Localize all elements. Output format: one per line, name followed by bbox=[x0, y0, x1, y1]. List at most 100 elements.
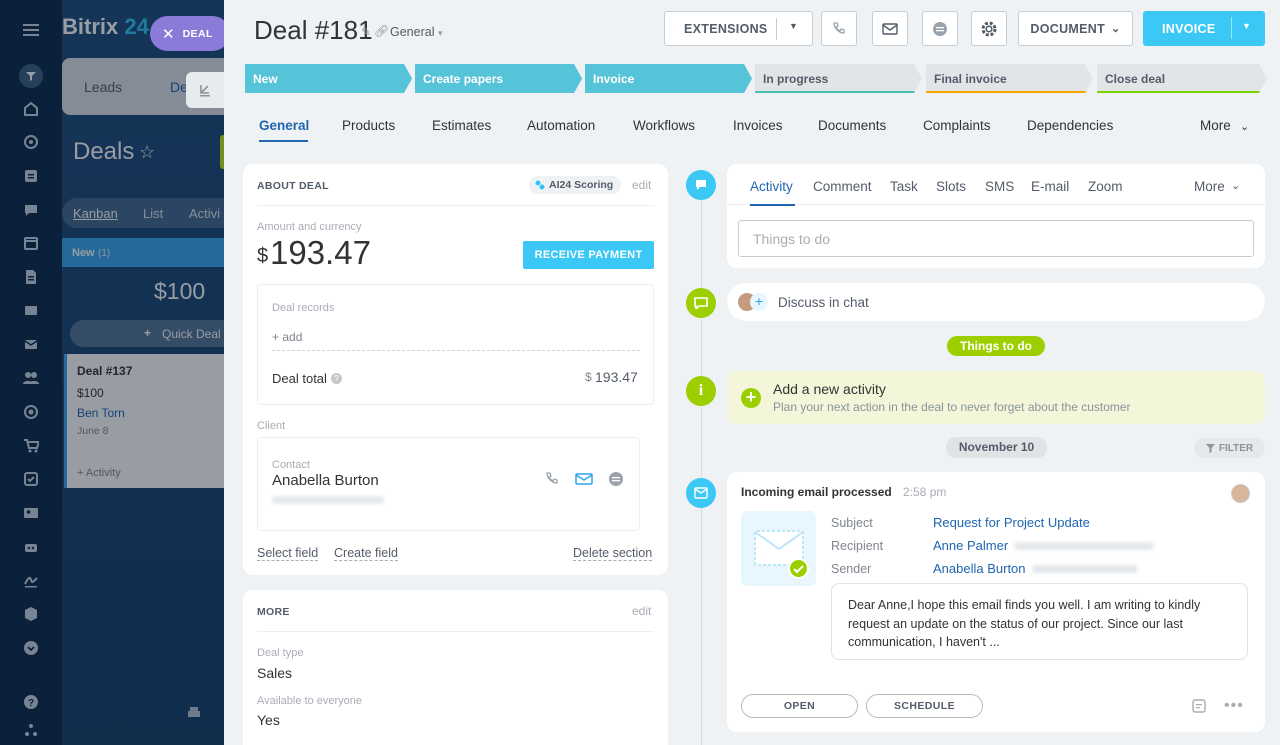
contact-chat-icon[interactable] bbox=[608, 471, 624, 487]
edit-title-icon[interactable]: ✎ bbox=[361, 25, 371, 39]
active-tab-underline bbox=[259, 140, 308, 142]
extensions-label: EXTENSIONS bbox=[684, 21, 768, 36]
total-currency: $ bbox=[585, 370, 592, 384]
note-icon[interactable] bbox=[1192, 699, 1206, 713]
tab-documents[interactable]: Documents bbox=[818, 118, 886, 133]
contact-phone-icon[interactable] bbox=[544, 471, 560, 487]
more-edit-link[interactable]: edit bbox=[632, 604, 651, 618]
sender-value[interactable]: Anabella Burton bbox=[933, 561, 1026, 576]
discuss-chat-row[interactable]: + Discuss in chat bbox=[727, 283, 1265, 321]
tab-more[interactable]: More bbox=[1200, 118, 1231, 133]
create-field-link[interactable]: Create field bbox=[334, 546, 398, 561]
recipient-label: Recipient bbox=[831, 539, 884, 553]
category-chevron-icon: ▾ bbox=[437, 28, 443, 38]
document-chevron-icon: ⌄ bbox=[1111, 23, 1121, 35]
chat-dot-icon bbox=[686, 288, 716, 318]
tab-workflows[interactable]: Workflows bbox=[633, 118, 695, 133]
activity-more-chevron-icon[interactable]: ⌄ bbox=[1231, 179, 1240, 192]
close-icon: ✕ bbox=[162, 25, 175, 43]
invoice-label: INVOICE bbox=[1162, 21, 1216, 36]
invoice-chevron-icon[interactable]: ▼ bbox=[1242, 21, 1251, 31]
filter-button[interactable]: FILTER bbox=[1194, 438, 1265, 458]
tab-products[interactable]: Products bbox=[342, 118, 395, 133]
select-field-link[interactable]: Select field bbox=[257, 546, 319, 561]
about-edit-link[interactable]: edit bbox=[632, 178, 651, 192]
ai-icon bbox=[535, 180, 545, 190]
category-selector[interactable]: General ▾ bbox=[390, 25, 443, 39]
activity-tab-e-mail[interactable]: E-mail bbox=[1031, 179, 1069, 194]
activity-tab-task[interactable]: Task bbox=[890, 179, 918, 194]
deal-records-label: Deal records bbox=[272, 302, 335, 314]
add-participant-icon[interactable]: + bbox=[750, 293, 768, 311]
tab-general[interactable]: General bbox=[259, 118, 309, 133]
document-button[interactable]: DOCUMENT ⌄ bbox=[1018, 11, 1133, 46]
stage-4[interactable]: Final invoice bbox=[926, 64, 1093, 93]
call-button[interactable] bbox=[821, 11, 857, 46]
activity-tab-slots[interactable]: Slots bbox=[936, 179, 966, 194]
schedule-button[interactable]: SCHEDULE bbox=[866, 694, 983, 718]
contact-email-blurred bbox=[272, 496, 384, 504]
email-button[interactable] bbox=[872, 11, 908, 46]
available-label: Available to everyone bbox=[257, 695, 362, 707]
stage-5[interactable]: Close deal bbox=[1097, 64, 1267, 93]
more-options-icon[interactable]: ••• bbox=[1224, 697, 1244, 715]
message-icon bbox=[933, 21, 947, 36]
delete-section-link[interactable]: Delete section bbox=[573, 546, 653, 561]
about-deal-header: ABOUT DEAL bbox=[257, 180, 329, 192]
activity-dot-icon bbox=[686, 170, 716, 200]
stage-label: Close deal bbox=[1105, 71, 1166, 86]
messenger-button[interactable] bbox=[922, 11, 958, 46]
stage-1[interactable]: Create papers bbox=[415, 64, 582, 93]
things-to-do-badge: Things to do bbox=[947, 336, 1045, 356]
activity-tab-comment[interactable]: Comment bbox=[813, 179, 872, 194]
add-activity-subtitle: Plan your next action in the deal to nev… bbox=[773, 400, 1131, 414]
subject-value[interactable]: Request for Project Update bbox=[933, 515, 1090, 530]
activity-tab-activity[interactable]: Activity bbox=[750, 179, 793, 194]
settings-button[interactable] bbox=[971, 11, 1007, 46]
ai-scoring-badge[interactable]: AI24 Scoring bbox=[529, 176, 622, 194]
link-icon[interactable]: 🔗︎ bbox=[374, 24, 389, 38]
activity-tab-underline bbox=[750, 204, 795, 206]
info-dot-icon: i bbox=[686, 376, 716, 406]
contact-name[interactable]: Anabella Burton bbox=[272, 472, 379, 489]
receive-payment-button[interactable]: RECEIVE PAYMENT bbox=[523, 241, 654, 269]
recipient-value[interactable]: Anne Palmer bbox=[933, 538, 1008, 553]
stage-0[interactable]: New bbox=[245, 64, 412, 93]
invoice-button[interactable]: INVOICE ▼ bbox=[1143, 11, 1265, 46]
activity-tab-sms[interactable]: SMS bbox=[985, 179, 1014, 194]
tab-dependencies[interactable]: Dependencies bbox=[1027, 118, 1113, 133]
close-slider-button[interactable]: ✕ DEAL bbox=[150, 16, 230, 51]
add-activity-card[interactable]: + Add a new activity Plan your next acti… bbox=[727, 371, 1265, 424]
activity-tab-more[interactable]: More bbox=[1194, 179, 1225, 194]
collapse-icon bbox=[200, 85, 210, 97]
extensions-chevron-icon[interactable]: ▼ bbox=[789, 21, 798, 31]
stage-label: Create papers bbox=[423, 71, 504, 86]
open-button[interactable]: OPEN bbox=[741, 694, 858, 718]
close-chip-label: DEAL bbox=[182, 27, 213, 40]
tab-complaints[interactable]: Complaints bbox=[923, 118, 991, 133]
stage-3[interactable]: In progress bbox=[755, 64, 922, 93]
more-tabs-chevron-icon[interactable]: ⌄ bbox=[1240, 120, 1249, 133]
author-avatar[interactable] bbox=[1231, 484, 1250, 503]
collapse-tab[interactable] bbox=[186, 72, 224, 108]
amount-label: Amount and currency bbox=[257, 221, 362, 233]
add-activity-plus-icon[interactable]: + bbox=[741, 388, 761, 408]
activity-tab-zoom[interactable]: Zoom bbox=[1088, 179, 1123, 194]
deal-slider: Deal #181 ✎ 🔗︎ General ▾ EXTENSIONS ▼ DO… bbox=[224, 0, 1280, 745]
info-icon[interactable]: ? bbox=[331, 373, 342, 384]
deal-total-value: 193.47 bbox=[595, 369, 638, 385]
stage-label: Final invoice bbox=[934, 71, 1007, 86]
things-to-do-input[interactable]: Things to do bbox=[738, 220, 1254, 257]
stage-2[interactable]: Invoice bbox=[585, 64, 752, 93]
add-record-link[interactable]: + add bbox=[272, 330, 302, 344]
envelope-icon bbox=[882, 22, 898, 35]
extensions-button[interactable]: EXTENSIONS ▼ bbox=[664, 11, 813, 46]
contact-box: Contact Anabella Burton bbox=[257, 437, 640, 531]
check-icon bbox=[788, 558, 809, 579]
contact-email-icon[interactable] bbox=[575, 472, 593, 486]
email-body-preview[interactable]: Dear Anne,I hope this email finds you we… bbox=[831, 583, 1248, 660]
tab-invoices[interactable]: Invoices bbox=[733, 118, 783, 133]
tab-automation[interactable]: Automation bbox=[527, 118, 595, 133]
tab-estimates[interactable]: Estimates bbox=[432, 118, 491, 133]
more-card: MORE edit Deal type Sales Available to e… bbox=[243, 590, 668, 745]
